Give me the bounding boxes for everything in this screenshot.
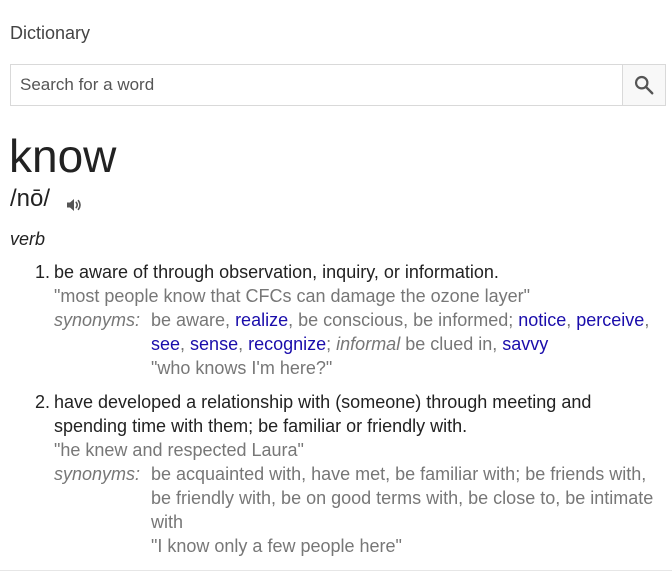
synonyms-list: be acquainted with, have met, be familia… xyxy=(151,464,654,532)
synonyms-list: be aware, realize, be conscious, be info… xyxy=(151,308,666,356)
synonym-link-sense[interactable]: sense xyxy=(190,334,238,354)
search-button[interactable] xyxy=(622,64,666,106)
definition-item: 2. have developed a relationship with (s… xyxy=(0,390,672,558)
synonyms-label: synonyms: xyxy=(54,464,141,484)
definition-item: 1. be aware of through observation, inqu… xyxy=(0,260,672,380)
speaker-icon[interactable] xyxy=(65,197,83,213)
definition-number: 2. xyxy=(34,392,50,412)
synonyms-label: synonyms: xyxy=(54,310,141,330)
part-of-speech: verb xyxy=(10,229,46,249)
pronunciation: /nō/ xyxy=(10,185,51,212)
divider xyxy=(0,570,672,571)
synonym-text: be aware, xyxy=(151,310,236,330)
synonym-separator: , xyxy=(238,334,249,354)
synonym-example: "who knows I'm here?" xyxy=(151,358,333,378)
synonym-separator: , xyxy=(566,310,577,330)
definition-example: "most people know that CFCs can damage t… xyxy=(54,286,531,306)
headword: know xyxy=(9,130,117,182)
synonym-link-see[interactable]: see xyxy=(151,334,180,354)
synonym-link-perceive[interactable]: perceive xyxy=(576,310,644,330)
synonyms-row: synonyms: be aware, realize, be consciou… xyxy=(54,308,666,356)
register-qualifier: informal xyxy=(336,334,401,354)
synonym-link-savvy[interactable]: savvy xyxy=(502,334,548,354)
synonyms-row: synonyms: be acquainted with, have met, … xyxy=(54,462,666,534)
synonym-link-recognize[interactable]: recognize xyxy=(248,334,326,354)
search-icon xyxy=(634,75,654,95)
definition-number: 1. xyxy=(34,262,50,282)
definition-text: be aware of through observation, inquiry… xyxy=(54,262,499,282)
search-input[interactable] xyxy=(10,64,622,106)
search-bar xyxy=(10,64,666,108)
definition-list: 1. be aware of through observation, inqu… xyxy=(0,260,672,568)
synonym-link-notice[interactable]: notice xyxy=(518,310,566,330)
synonym-separator: , xyxy=(180,334,191,354)
synonym-text: be clued in, xyxy=(400,334,503,354)
definition-example: "he knew and respected Laura" xyxy=(54,440,304,460)
page-title: Dictionary xyxy=(10,23,91,43)
synonym-separator: ; xyxy=(326,334,337,354)
synonym-example: "I know only a few people here" xyxy=(151,536,402,556)
synonym-link-realize[interactable]: realize xyxy=(235,310,288,330)
synonym-separator: , xyxy=(644,310,650,330)
definition-text: have developed a relationship with (some… xyxy=(54,392,592,436)
synonym-text: , be conscious, be informed; xyxy=(288,310,519,330)
